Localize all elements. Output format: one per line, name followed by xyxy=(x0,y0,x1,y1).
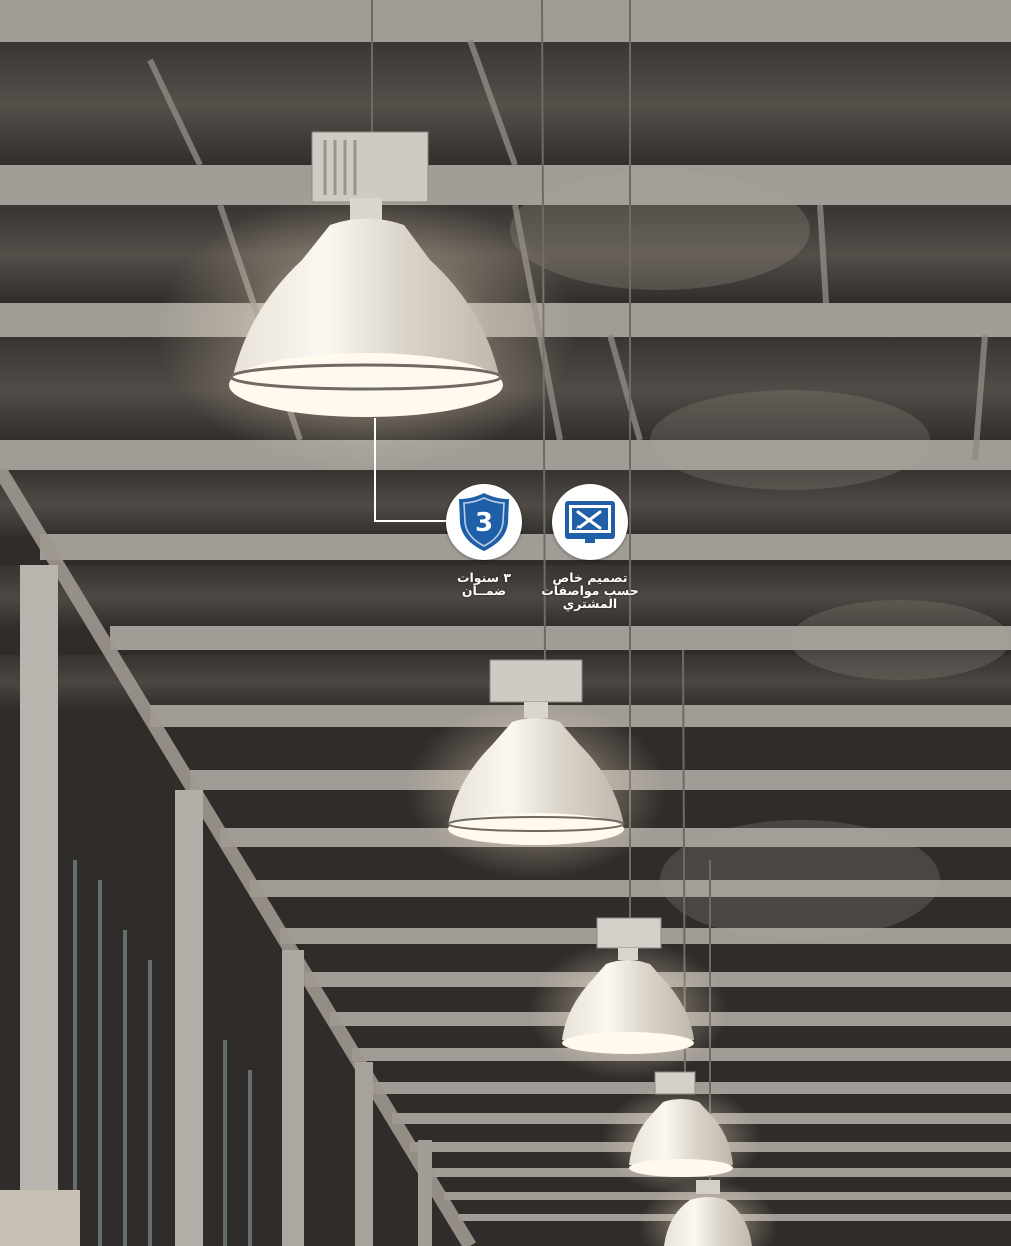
warranty-caption-line-2: ضمــان xyxy=(461,583,507,598)
custom-design-badge xyxy=(552,484,628,560)
warehouse-ceiling-photo: 3 ٣ سنوات ضمــان تصميم خاص حسب مواصفات ا… xyxy=(0,0,1011,1246)
custom-design-caption-line-3: المشتري xyxy=(562,596,618,611)
custom-design-icon xyxy=(565,501,615,543)
warranty-caption: ٣ سنوات ضمــان xyxy=(440,571,528,597)
ceiling-scene xyxy=(0,0,1011,1246)
warranty-badge: 3 xyxy=(446,484,522,560)
shield-number: 3 xyxy=(475,508,493,538)
warranty-shield-icon: 3 xyxy=(459,493,509,551)
custom-design-caption: تصميم خاص حسب مواصفات المشتري xyxy=(538,571,642,610)
